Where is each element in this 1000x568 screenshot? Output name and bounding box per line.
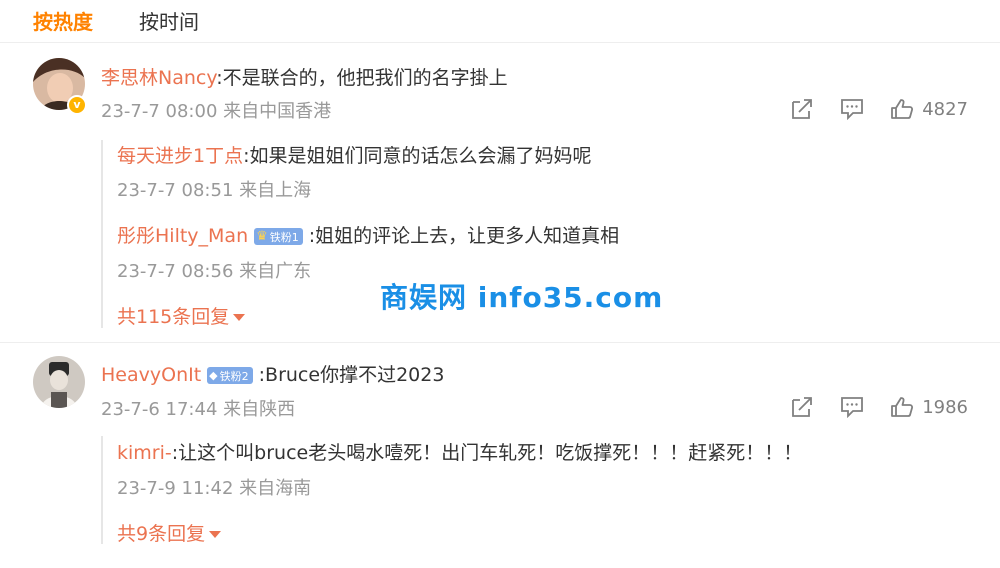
caret-down-icon	[209, 531, 222, 538]
comment-icon	[841, 397, 864, 418]
crown-icon: ♛	[256, 229, 268, 244]
share-icon	[792, 99, 813, 119]
fan-badge: ◆ 铁粉2	[207, 367, 253, 384]
like-icon	[891, 99, 914, 119]
more-replies-link[interactable]: 共9条回复	[117, 519, 222, 546]
like-count: 4827	[922, 98, 968, 120]
share-button[interactable]	[790, 396, 814, 418]
comment-button[interactable]	[840, 396, 864, 418]
comment-line: 李思林Nancy:不是联合的，他把我们的名字掛上	[101, 63, 508, 90]
reply-author[interactable]: kimri-	[117, 442, 172, 464]
share-icon	[792, 397, 813, 417]
divider	[0, 42, 1000, 43]
reply-author[interactable]: 彤彤Hilty_Man	[117, 225, 248, 247]
reply-author[interactable]: 每天进步1丁点	[117, 145, 243, 167]
reply-text: :让这个叫bruce老头喝水噎死！出门车轧死！吃饭撑死！！！赶紧死！！！	[171, 442, 803, 464]
reply-text: :如果是姐姐们同意的话怎么会漏了妈妈呢	[243, 145, 592, 167]
like-icon	[891, 397, 914, 417]
like-count: 1986	[922, 396, 968, 418]
comment-text: :Bruce你撑不过2023	[258, 364, 445, 386]
reply-line: 彤彤Hilty_Man ♛ 铁粉1 :姐姐的评论上去，让更多人知道真相	[117, 221, 619, 248]
comment-author[interactable]: 李思林Nancy	[101, 67, 216, 89]
comment-button[interactable]	[840, 98, 864, 120]
more-replies-label: 共115条回复	[117, 306, 230, 328]
reply-line: kimri-:让这个叫bruce老头喝水噎死！出门车轧死！吃饭撑死！！！赶紧死！…	[117, 438, 802, 465]
reply-meta: 23-7-7 08:56 来自广东	[117, 261, 312, 282]
reply-text: :姐姐的评论上去，让更多人知道真相	[308, 225, 620, 247]
more-replies-label: 共9条回复	[117, 523, 206, 545]
fan-badge: ♛ 铁粉1	[254, 228, 303, 245]
comment-icon	[841, 99, 864, 120]
caret-down-icon	[233, 314, 246, 321]
comment-actions: 4827	[770, 98, 968, 120]
fan-badge-label: 铁粉1	[269, 230, 299, 244]
sort-tabs: 按热度 按时间	[33, 6, 199, 35]
verified-icon: v	[67, 95, 87, 115]
comment-text: :不是联合的，他把我们的名字掛上	[216, 67, 508, 89]
reply-meta: 23-7-9 11:42 来自海南	[117, 478, 312, 499]
avatar[interactable]	[33, 356, 85, 408]
comment-author[interactable]: HeavyOnIt	[101, 364, 201, 386]
tab-hot[interactable]: 按热度	[33, 6, 93, 35]
comment-meta: 23-7-7 08:00 来自中国香港	[101, 101, 332, 122]
watermark: 商娱网 info35.com	[380, 281, 664, 314]
reply-line: 每天进步1丁点:如果是姐姐们同意的话怎么会漏了妈妈呢	[117, 141, 592, 168]
comment-meta: 23-7-6 17:44 来自陕西	[101, 399, 296, 420]
reply-thread	[101, 436, 103, 544]
comment-line: HeavyOnIt ◆ 铁粉2 :Bruce你撑不过2023	[101, 360, 444, 387]
divider	[0, 342, 1000, 343]
comment-actions: 1986	[770, 396, 968, 418]
reply-thread	[101, 140, 103, 328]
diamond-icon: ◆	[209, 369, 218, 382]
fan-badge-label: 铁粉2	[219, 369, 249, 383]
like-button[interactable]: 4827	[890, 98, 968, 120]
share-button[interactable]	[790, 98, 814, 120]
more-replies-link[interactable]: 共115条回复	[117, 302, 246, 329]
reply-meta: 23-7-7 08:51 来自上海	[117, 180, 312, 201]
tab-time[interactable]: 按时间	[139, 6, 199, 35]
like-button[interactable]: 1986	[890, 396, 968, 418]
